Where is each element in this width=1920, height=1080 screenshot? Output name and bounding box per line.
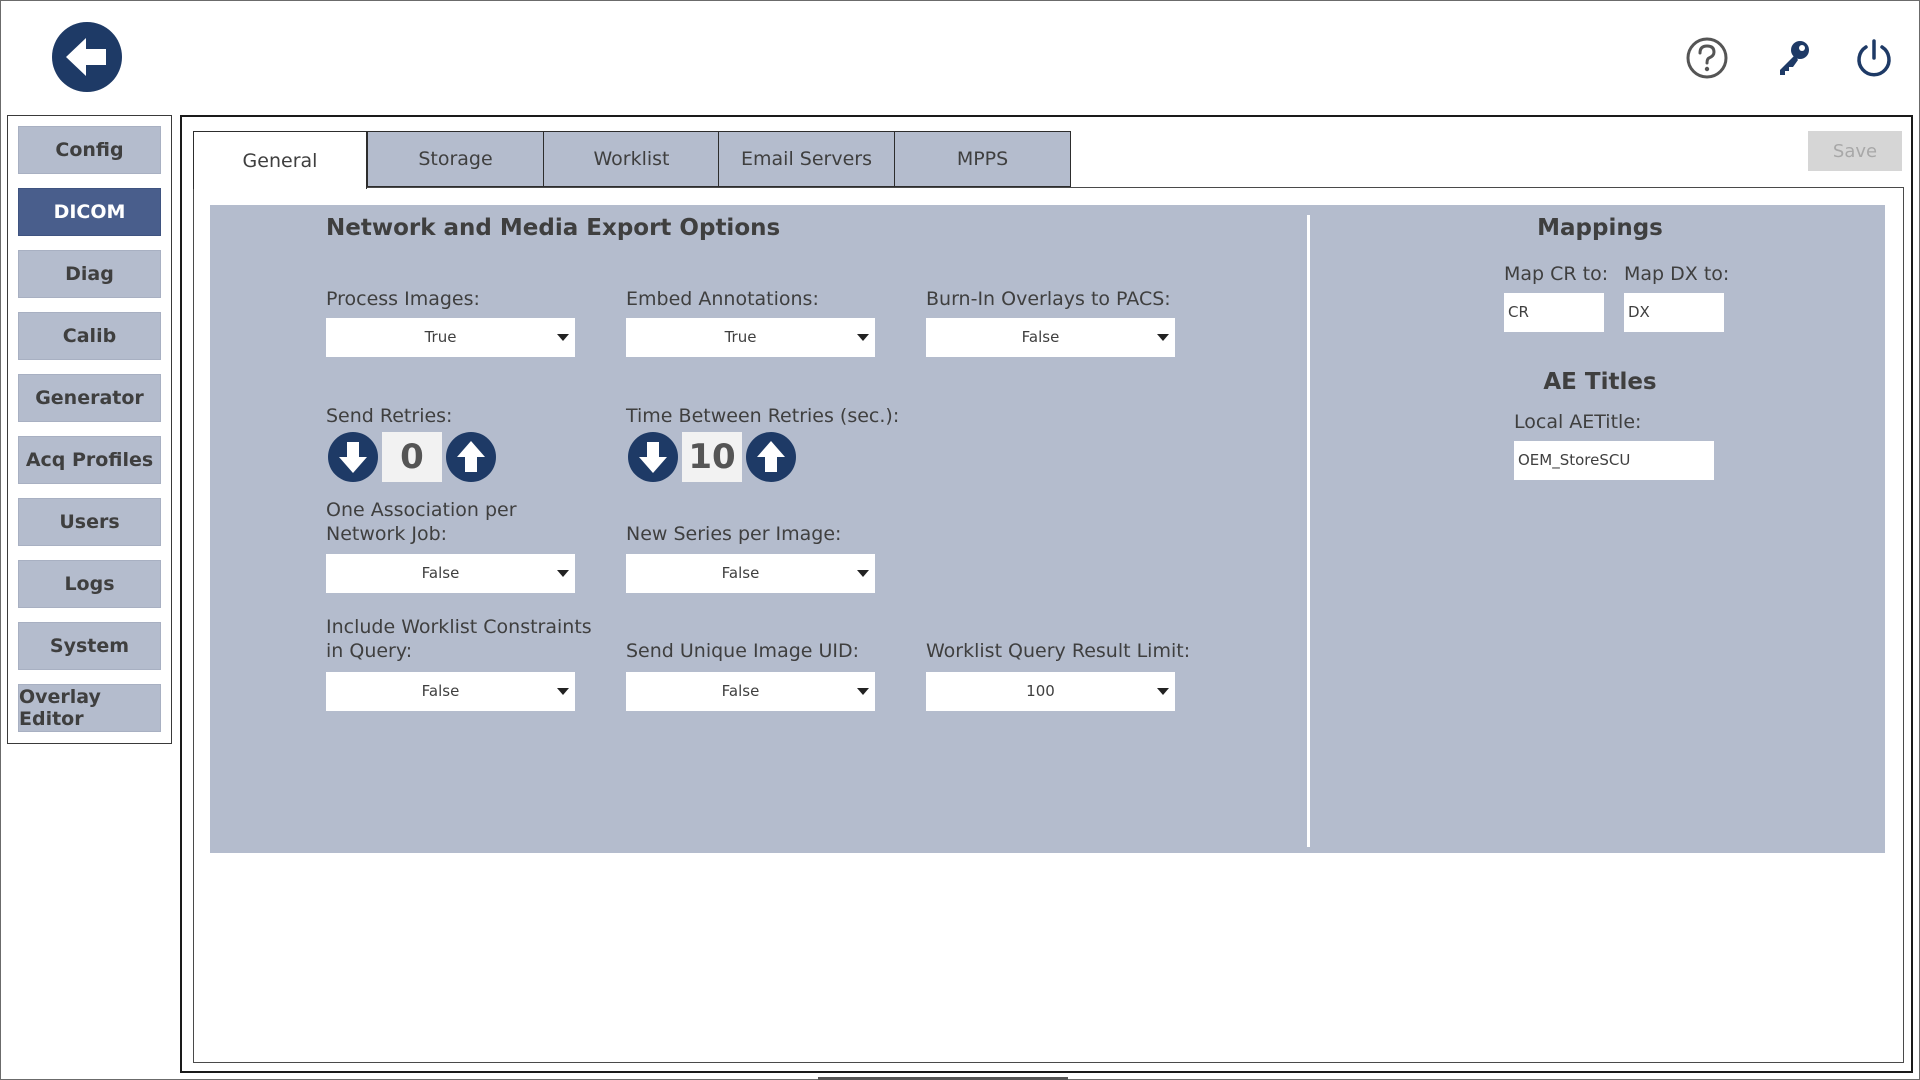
new-series-label: New Series per Image: [626,523,842,545]
back-button[interactable] [52,22,122,92]
section-divider [1307,215,1310,847]
include-worklist-label-line1: Include Worklist Constraints [326,616,592,638]
worklist-limit-label: Worklist Query Result Limit: [926,640,1191,662]
process-images-label: Process Images: [326,288,480,310]
worklist-limit-dropdown[interactable]: 100 [926,672,1175,711]
burn-in-overlays-value: False [1021,328,1060,346]
save-button[interactable]: Save [1808,131,1902,171]
retry-time-decrement-button[interactable] [628,432,678,482]
send-retries-increment-button[interactable] [446,432,496,482]
nav-item-generator[interactable]: Generator [18,374,161,422]
one-association-value: False [421,564,460,582]
chevron-down-icon [557,570,569,577]
arrow-up-icon [757,441,785,472]
send-unique-uid-value: False [721,682,760,700]
include-worklist-label-line2: in Query: [326,640,413,662]
section-title: Network and Media Export Options [326,215,781,241]
tab-email-servers[interactable]: Email Servers [718,131,895,187]
power-icon [1857,39,1891,77]
nav-item-users[interactable]: Users [18,498,161,546]
back-arrow-icon [66,38,106,76]
key-icon [1780,41,1809,75]
nav-item-dicom[interactable]: DICOM [18,188,161,236]
chevron-down-icon [557,334,569,341]
arrow-down-icon [339,442,367,473]
map-dx-label: Map DX to: [1624,263,1730,285]
nav-item-config[interactable]: Config [18,126,161,174]
nav-item-logs[interactable]: Logs [18,560,161,608]
time-between-retries-label: Time Between Retries (sec.): [626,405,900,427]
one-association-dropdown[interactable]: False [326,554,575,593]
burn-in-overlays-dropdown[interactable]: False [926,318,1175,357]
help-icon [1686,37,1728,79]
power-button[interactable] [1850,34,1898,82]
tab-general[interactable]: General [193,131,367,189]
send-retries-decrement-button[interactable] [328,432,378,482]
process-images-value: True [424,328,457,346]
nav-item-acq-profiles[interactable]: Acq Profiles [18,436,161,484]
new-series-dropdown[interactable]: False [626,554,875,593]
map-cr-label: Map CR to: [1504,263,1609,285]
chevron-down-icon [1157,334,1169,341]
embed-annotations-value: True [724,328,757,346]
burn-in-overlays-label: Burn-In Overlays to PACS: [926,288,1171,310]
one-association-label-line2: Network Job: [326,523,448,545]
left-nav: Config DICOM Diag Calib Generator Acq Pr… [7,115,172,744]
mappings-title: Mappings [1537,215,1663,241]
general-settings-panel: Network and Media Export Options Process… [210,205,1885,853]
local-aetitle-input[interactable]: OEM_StoreSCU [1514,441,1714,480]
tab-mpps[interactable]: MPPS [894,131,1071,187]
new-series-value: False [721,564,760,582]
worklist-limit-value: 100 [1026,682,1055,700]
arrow-down-icon [639,442,667,473]
key-button[interactable] [1770,34,1818,82]
include-worklist-value: False [421,682,460,700]
chevron-down-icon [857,570,869,577]
nav-item-calib[interactable]: Calib [18,312,161,360]
tab-storage[interactable]: Storage [367,131,544,187]
map-dx-input[interactable]: DX [1624,293,1724,332]
arrow-up-icon [457,441,485,472]
nav-item-overlay-editor[interactable]: Overlay Editor [18,684,161,732]
embed-annotations-dropdown[interactable]: True [626,318,875,357]
process-images-dropdown[interactable]: True [326,318,575,357]
send-unique-uid-dropdown[interactable]: False [626,672,875,711]
local-aetitle-label: Local AETitle: [1514,411,1642,433]
chevron-down-icon [1157,688,1169,695]
help-button[interactable] [1683,34,1731,82]
send-retries-label: Send Retries: [326,405,453,427]
chevron-down-icon [857,334,869,341]
chevron-down-icon [857,688,869,695]
send-unique-uid-label: Send Unique Image UID: [626,640,860,662]
embed-annotations-label: Embed Annotations: [626,288,819,310]
one-association-label-line1: One Association per [326,499,517,521]
retry-time-increment-button[interactable] [746,432,796,482]
retry-time-value: 10 [682,432,742,482]
include-worklist-dropdown[interactable]: False [326,672,575,711]
nav-item-diag[interactable]: Diag [18,250,161,298]
main-panel: General Storage Worklist Email Servers M… [180,115,1913,1073]
send-retries-value: 0 [382,432,442,482]
ae-titles-title: AE Titles [1543,369,1657,395]
map-cr-input[interactable]: CR [1504,293,1604,332]
chevron-down-icon [557,688,569,695]
nav-item-system[interactable]: System [18,622,161,670]
tab-worklist[interactable]: Worklist [543,131,720,187]
